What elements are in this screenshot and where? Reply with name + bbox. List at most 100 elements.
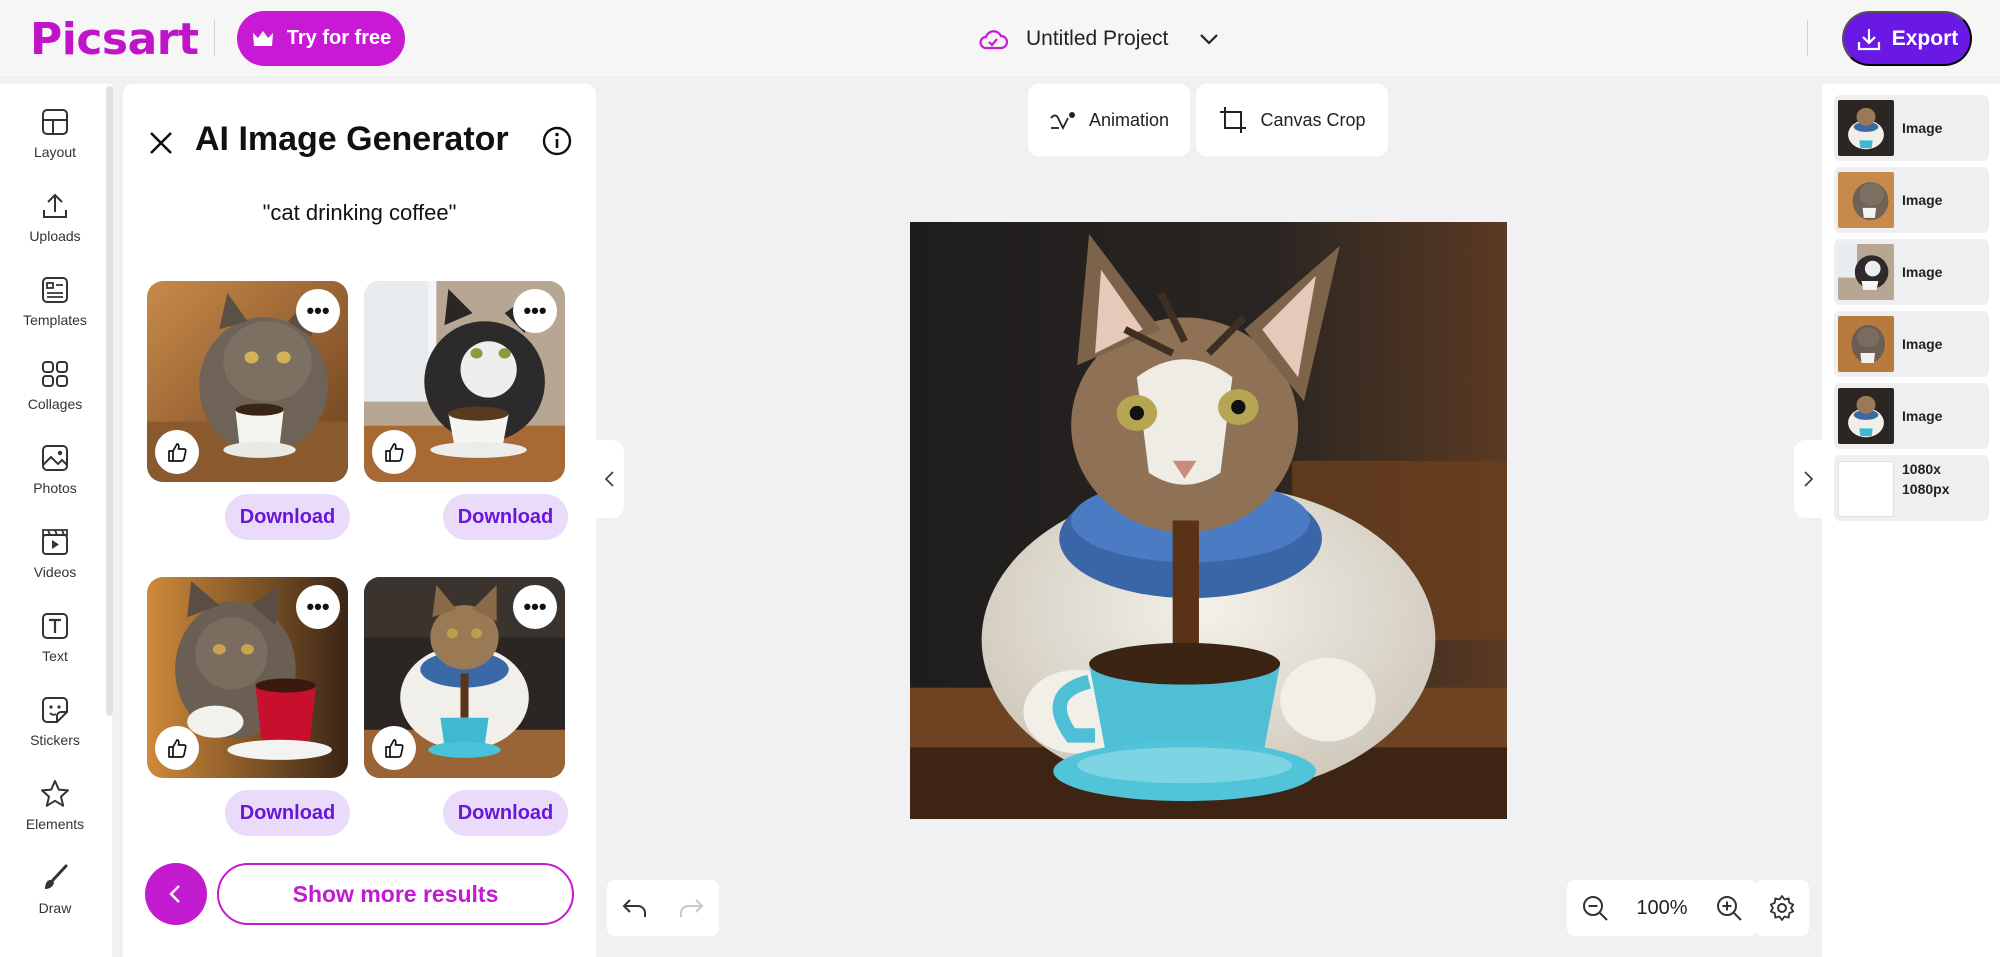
download-button-3[interactable]: Download <box>225 790 350 836</box>
top-bar: Picsart Try for free Untitled Project Ex… <box>0 0 2000 78</box>
canvas-image[interactable] <box>910 222 1507 819</box>
rail-item-videos[interactable]: Videos <box>0 526 110 580</box>
upload-icon <box>43 193 67 218</box>
videos-icon <box>42 529 68 555</box>
undo-icon[interactable] <box>621 896 649 920</box>
crop-icon <box>1220 107 1247 133</box>
more-options-icon[interactable]: ••• <box>296 289 340 333</box>
layer-item-1[interactable]: Image <box>1834 95 1989 161</box>
top-divider-right <box>1807 20 1808 56</box>
rail-item-stickers[interactable]: Stickers <box>0 694 110 748</box>
photos-icon <box>42 445 68 471</box>
layer-thumbnail <box>1838 100 1894 156</box>
result-image-4[interactable]: ••• <box>364 577 565 778</box>
rail-label-elements: Elements <box>25 816 85 832</box>
settings-button[interactable] <box>1755 880 1809 936</box>
collapse-panel-handle[interactable] <box>596 440 624 518</box>
rail-label-collages: Collages <box>27 396 83 412</box>
text-icon <box>42 613 68 639</box>
history-controls <box>607 880 719 936</box>
rail-item-photos[interactable]: Photos <box>0 442 110 496</box>
rail-item-collages[interactable]: Collages <box>0 358 110 412</box>
layer-item-4[interactable]: Image <box>1834 311 1989 377</box>
thumbs-up-icon[interactable] <box>155 430 199 474</box>
rail-item-uploads[interactable]: Uploads <box>0 190 110 244</box>
top-divider <box>214 20 215 56</box>
layer-item-5[interactable]: Image <box>1834 383 1989 449</box>
canvas-crop-label: Canvas Crop <box>1260 109 1366 130</box>
chevron-down-icon <box>1200 34 1219 45</box>
layer-thumbnail <box>1838 388 1894 444</box>
layer-item-background[interactable]: 1080x 1080px <box>1834 455 1989 521</box>
layout-icon <box>42 109 68 135</box>
layer-item-3[interactable]: Image <box>1834 239 1989 305</box>
stickers-icon <box>42 697 68 723</box>
rail-item-elements[interactable]: Elements <box>0 778 110 832</box>
download-icon <box>1857 28 1880 50</box>
result-image-2[interactable]: ••• <box>364 281 565 482</box>
zoom-out-icon[interactable] <box>1581 894 1609 922</box>
rail-item-draw[interactable]: Draw <box>0 862 110 916</box>
download-button-1[interactable]: Download <box>225 494 350 540</box>
download-button-4[interactable]: Download <box>443 790 568 836</box>
rail-label-stickers: Stickers <box>30 732 80 748</box>
result-image-3[interactable]: ••• <box>147 577 348 778</box>
more-options-icon[interactable]: ••• <box>513 289 557 333</box>
rail-label-uploads: Uploads <box>29 228 81 244</box>
layer-thumbnail-blank <box>1838 461 1894 517</box>
thumbs-up-icon[interactable] <box>155 726 199 770</box>
layer-thumbnail <box>1838 244 1894 300</box>
more-options-icon[interactable]: ••• <box>513 585 557 629</box>
cloud-check-icon <box>979 30 1008 50</box>
chevron-left-icon <box>604 471 614 487</box>
layer-label: Image <box>1902 408 1943 424</box>
project-title-dropdown[interactable]: Untitled Project <box>978 20 1220 58</box>
animation-icon <box>1050 112 1075 131</box>
back-button[interactable] <box>145 863 207 925</box>
project-name: Untitled Project <box>1026 27 1169 50</box>
more-options-icon[interactable]: ••• <box>296 585 340 629</box>
gear-icon <box>1769 895 1795 921</box>
layer-thumbnail <box>1838 172 1894 228</box>
picsart-logo[interactable]: Picsart <box>30 14 199 65</box>
try-for-free-button[interactable]: Try for free <box>237 11 405 66</box>
layer-label: 1080x 1080px <box>1902 461 1950 497</box>
star-icon <box>41 780 69 807</box>
layer-thumbnail <box>1838 316 1894 372</box>
brush-icon <box>45 864 68 889</box>
rail-label-layout: Layout <box>33 144 77 160</box>
zoom-controls: 100% <box>1567 880 1757 936</box>
chevron-right-icon <box>1804 471 1814 487</box>
animation-button[interactable]: Animation <box>1028 84 1190 156</box>
result-image-1[interactable]: ••• <box>147 281 348 482</box>
rail-label-templates: Templates <box>23 312 87 328</box>
zoom-in-icon[interactable] <box>1715 894 1743 922</box>
export-button[interactable]: Export <box>1842 11 1972 66</box>
rail-item-text[interactable]: Text <box>0 610 110 664</box>
prompt-text: "cat drinking coffee" <box>262 200 457 225</box>
layer-item-2[interactable]: Image <box>1834 167 1989 233</box>
expand-layers-handle[interactable] <box>1794 440 1822 518</box>
rail-item-templates[interactable]: Templates <box>0 274 110 328</box>
canvas-crop-button[interactable]: Canvas Crop <box>1196 84 1388 156</box>
export-label: Export <box>1891 26 1959 50</box>
rail-label-photos: Photos <box>33 480 77 496</box>
layer-label: Image <box>1902 264 1943 280</box>
try-for-free-label: Try for free <box>286 27 392 49</box>
download-button-2[interactable]: Download <box>443 494 568 540</box>
close-icon[interactable] <box>147 129 175 157</box>
info-icon[interactable] <box>541 125 573 157</box>
show-more-results-button[interactable]: Show more results <box>217 863 574 925</box>
collages-icon <box>42 361 68 387</box>
zoom-level[interactable]: 100% <box>1636 897 1687 920</box>
chevron-left-icon <box>169 885 180 903</box>
redo-icon[interactable] <box>677 896 705 920</box>
rail-label-videos: Videos <box>33 564 77 580</box>
thumbs-up-icon[interactable] <box>372 726 416 770</box>
layer-label: Image <box>1902 336 1943 352</box>
animation-label: Animation <box>1088 109 1170 130</box>
layer-label: Image <box>1902 192 1943 208</box>
thumbs-up-icon[interactable] <box>372 430 416 474</box>
rail-item-layout[interactable]: Layout <box>0 106 110 160</box>
layer-label: Image <box>1902 120 1943 136</box>
